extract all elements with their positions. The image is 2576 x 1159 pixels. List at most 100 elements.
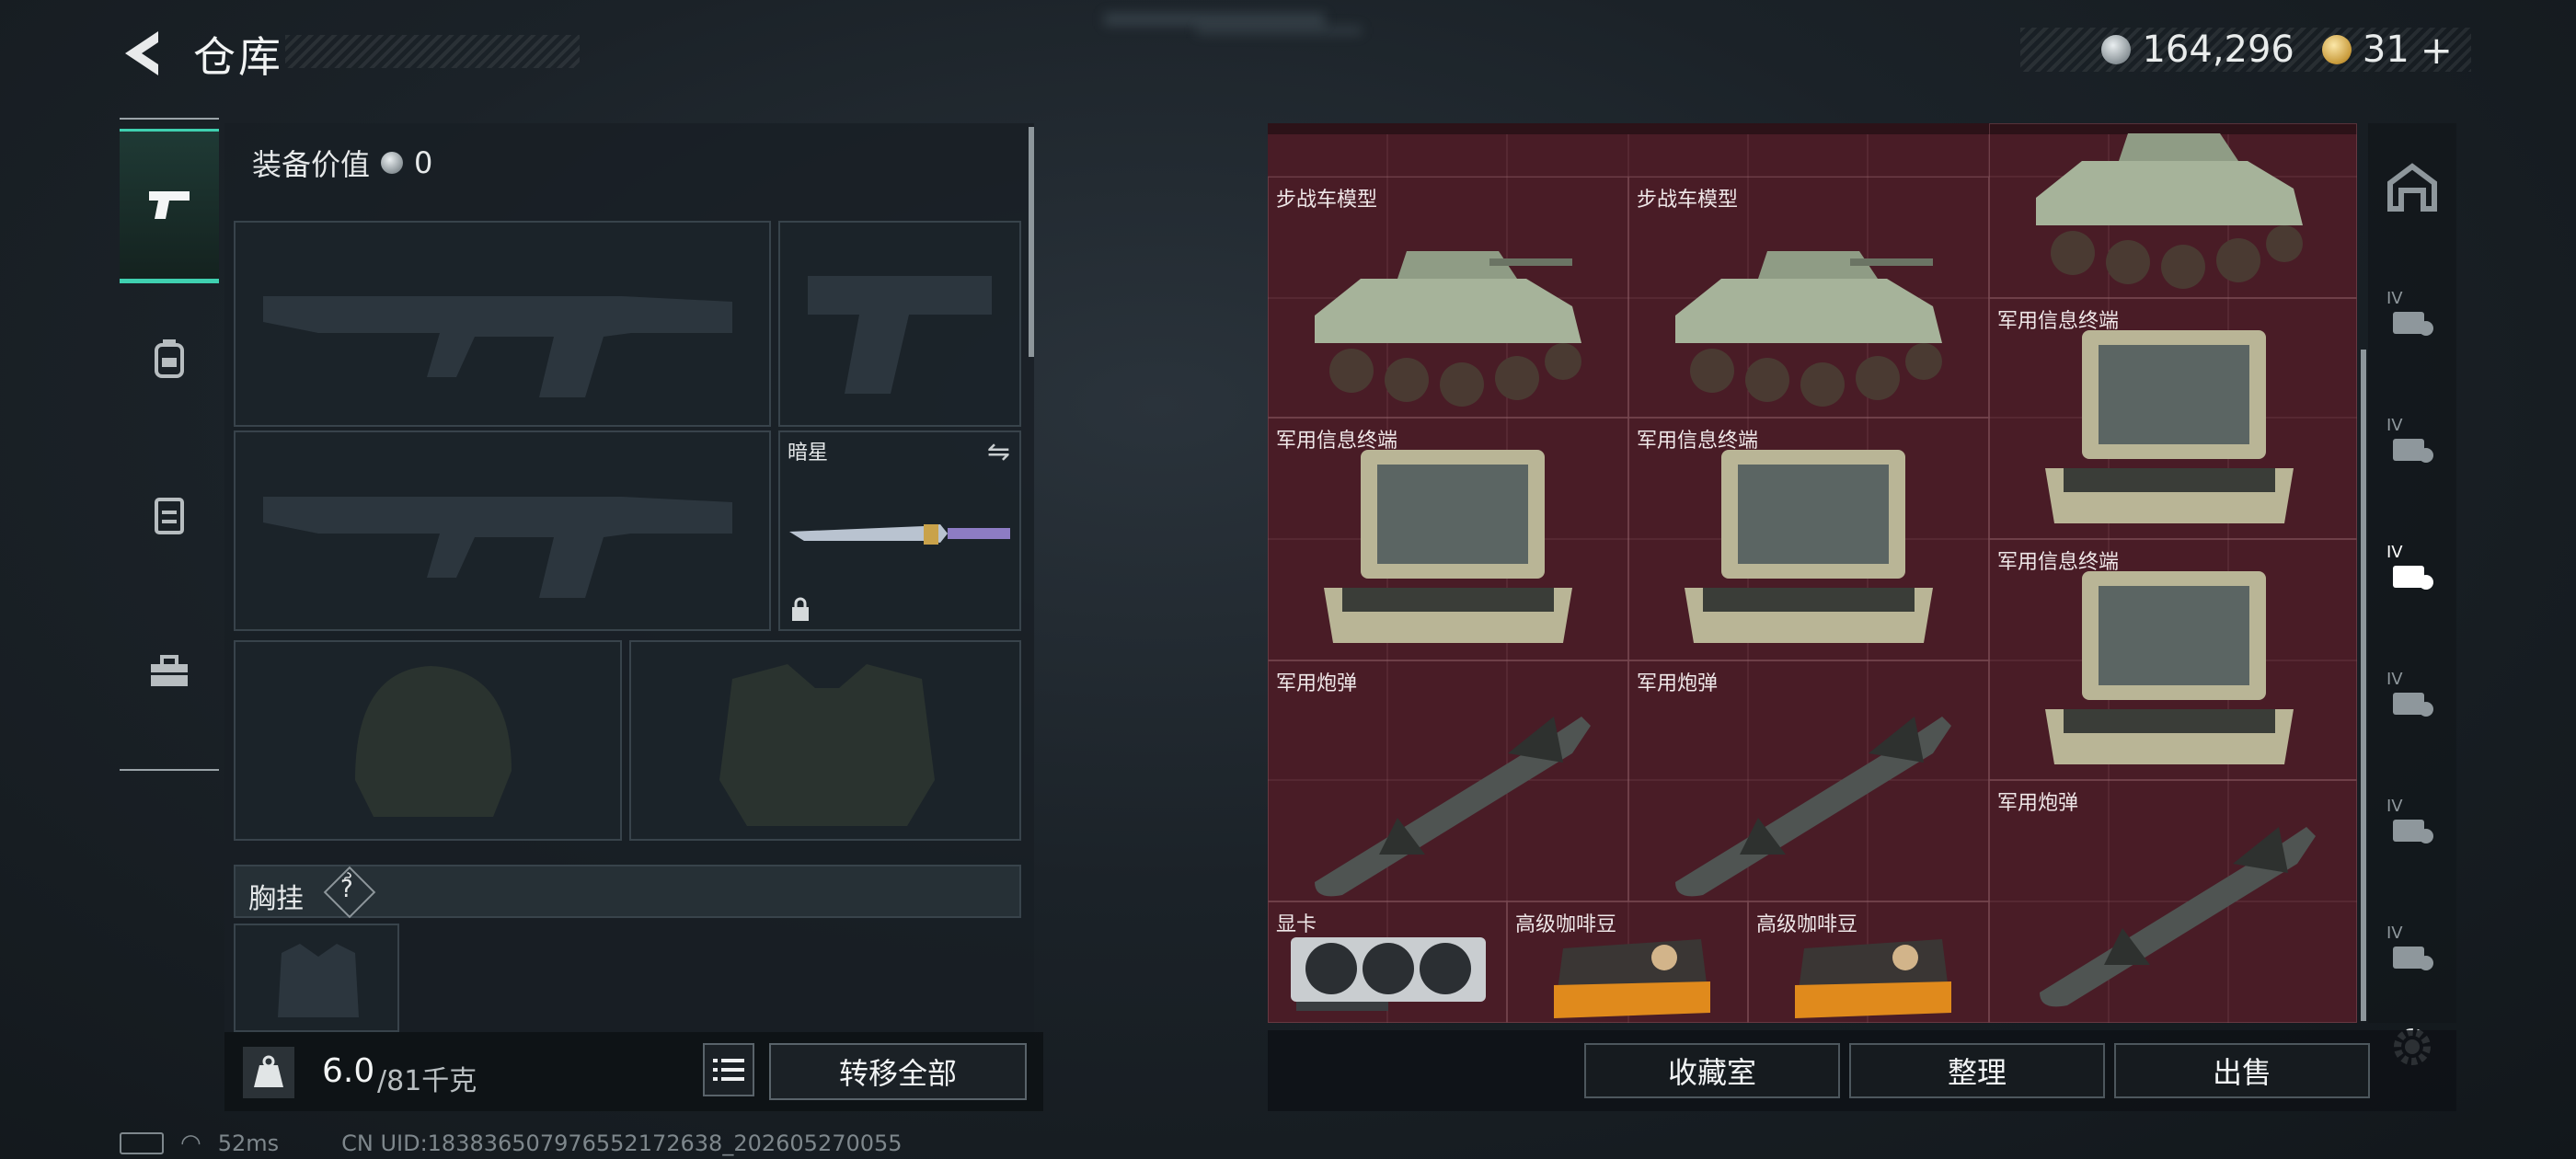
item-label: 军用炮弹: [1276, 672, 1358, 695]
toolbox-icon: [151, 655, 188, 686]
chest-rig-slot[interactable]: [234, 924, 399, 1032]
warehouse-icon: [2387, 163, 2437, 212]
artillery-shell-icon: [1315, 717, 1591, 897]
rugged-terminal-icon: [1685, 450, 1933, 643]
stash-tab-3-active[interactable]: IV: [2368, 504, 2456, 631]
case-icon: [2393, 566, 2433, 590]
stash-tab-6[interactable]: IV: [2368, 885, 2456, 1012]
stash-tab-2[interactable]: IV: [2368, 377, 2456, 504]
graphics-card-icon: [1291, 937, 1486, 1011]
item-label: 军用炮弹: [1637, 672, 1719, 695]
page-title: 仓库: [193, 32, 283, 82]
artillery-shell-icon: [2040, 827, 2316, 1007]
stash-item-coffee-beans[interactable]: 高级咖啡豆: [1507, 901, 1748, 1023]
sidearm-slot[interactable]: [778, 221, 1021, 427]
organize-button[interactable]: 整理: [1849, 1043, 2105, 1098]
rail-tab-gear[interactable]: [120, 285, 219, 432]
stash-tab-home[interactable]: [2368, 123, 2456, 250]
rugged-terminal-icon: [1324, 450, 1572, 643]
body-armor-slot[interactable]: [629, 640, 1021, 841]
pistol-silhouette-icon: [808, 276, 992, 394]
stash-tab-badge: IV: [2386, 543, 2403, 562]
kg-weight-icon: [254, 1055, 283, 1087]
gold-coin-icon: [2321, 35, 2352, 64]
list-view-button[interactable]: [703, 1043, 754, 1096]
loadout-footer: 6.0 /81千克 转移全部: [224, 1032, 1043, 1111]
sell-button[interactable]: 出售: [2114, 1043, 2370, 1098]
uid-text: CN UID:1838365079765521726​38_2026052700…: [341, 1130, 903, 1156]
weight-max: /81千克: [377, 1065, 477, 1097]
primary-weapon-slot[interactable]: [234, 221, 771, 427]
case-icon: [2393, 312, 2433, 336]
battery-icon: [120, 1132, 164, 1154]
ifv-model-icon: [1315, 251, 1581, 407]
stash-item-terminal[interactable]: 军用信息终端: [1628, 418, 1989, 660]
collection-room-button[interactable]: 收藏室: [1584, 1043, 1840, 1098]
silver-coin-icon: [381, 152, 404, 174]
rail-tab-weapons[interactable]: [120, 129, 219, 283]
title-decoration: [285, 35, 580, 68]
background-light: [1196, 26, 1362, 35]
stash-tab-badge: IV: [2386, 797, 2403, 816]
melee-slot[interactable]: 暗星 ⇋: [778, 430, 1021, 631]
transfer-all-button[interactable]: 转移全部: [769, 1043, 1027, 1100]
list-icon: [713, 1059, 744, 1081]
chest-rig-silhouette-icon: [278, 944, 359, 1017]
rifle-silhouette-icon: [263, 296, 732, 397]
stash-item-shell[interactable]: 军用炮弹: [1268, 660, 1628, 901]
case-icon: [2393, 947, 2433, 970]
loadout-category-rail: [120, 118, 219, 771]
knife-icon: [789, 524, 1010, 545]
equipment-value-row: 装备价值 0: [252, 142, 432, 184]
equip-value: 0: [414, 145, 433, 180]
stash-item-ifv-model[interactable]: [1989, 123, 2357, 298]
lock-icon: [792, 597, 809, 621]
secondary-weapon-slot[interactable]: [234, 430, 771, 631]
swap-icon[interactable]: ⇋: [987, 436, 1010, 468]
stash-item-ifv-model[interactable]: 步战车模型: [1268, 177, 1628, 418]
coffee-beans-icon: [1795, 939, 1951, 1018]
rail-tab-toolbox[interactable]: [120, 598, 219, 745]
stash-item-shell[interactable]: 军用炮弹: [1628, 660, 1989, 901]
help-glyph: ?: [340, 876, 353, 903]
status-bar: ◠ 52ms CN UID:1838365079765521726​38_202…: [120, 1130, 903, 1157]
case-icon: [2393, 820, 2433, 843]
equip-value-label: 装备价值: [252, 147, 371, 182]
melee-name: 暗星: [788, 442, 829, 465]
backpack-icon: [155, 339, 184, 378]
helmet-silhouette-icon: [355, 666, 512, 817]
stash-page-tabs: IV IV IV IV IV IV: [2368, 123, 2456, 1023]
stash-item-shell[interactable]: 军用炮弹: [1989, 780, 2357, 1023]
background-light: [1104, 13, 1325, 26]
stash-tab-badge: IV: [2386, 670, 2403, 689]
back-button[interactable]: [118, 28, 171, 79]
weight-icon: [243, 1047, 294, 1098]
rugged-terminal-icon: [2045, 330, 2294, 523]
item-label: 步战车模型: [1637, 189, 1739, 212]
stash-item-terminal[interactable]: 军用信息终端: [1989, 298, 2357, 539]
stash-item-ifv-model[interactable]: 步战车模型: [1628, 177, 1989, 418]
artillery-shell-icon: [1675, 717, 1951, 897]
ifv-model-icon: [2036, 133, 2303, 289]
stash-tab-badge: IV: [2386, 289, 2403, 308]
currency-bar: 164,296 31 +: [2020, 28, 2471, 73]
stash-item-coffee-beans[interactable]: 高级咖啡豆: [1748, 901, 1989, 1023]
wifi-icon: ◠: [180, 1130, 201, 1157]
stash-item-terminal[interactable]: 军用信息终端: [1989, 539, 2357, 780]
rail-tab-armor[interactable]: [120, 442, 219, 589]
scrollbar[interactable]: [1029, 127, 1034, 357]
add-gold-icon[interactable]: +: [2421, 28, 2453, 73]
stash-scrollbar[interactable]: [2361, 350, 2366, 1021]
silver-amount: 164,296: [2142, 29, 2294, 71]
body-armor-silhouette-icon: [719, 664, 935, 826]
rugged-terminal-icon: [2045, 571, 2294, 764]
stash-item-graphics-card[interactable]: 显卡: [1268, 901, 1507, 1023]
back-arrow-icon: [125, 31, 158, 75]
stash-item-terminal[interactable]: 军用信息终端: [1268, 418, 1628, 660]
helmet-slot[interactable]: [234, 640, 622, 841]
stash-tab-badge: IV: [2386, 416, 2403, 435]
stash-tab-5[interactable]: IV: [2368, 758, 2456, 885]
stash-tab-1[interactable]: IV: [2368, 250, 2456, 377]
stash-tab-4[interactable]: IV: [2368, 631, 2456, 758]
pistol-icon: [149, 191, 190, 219]
